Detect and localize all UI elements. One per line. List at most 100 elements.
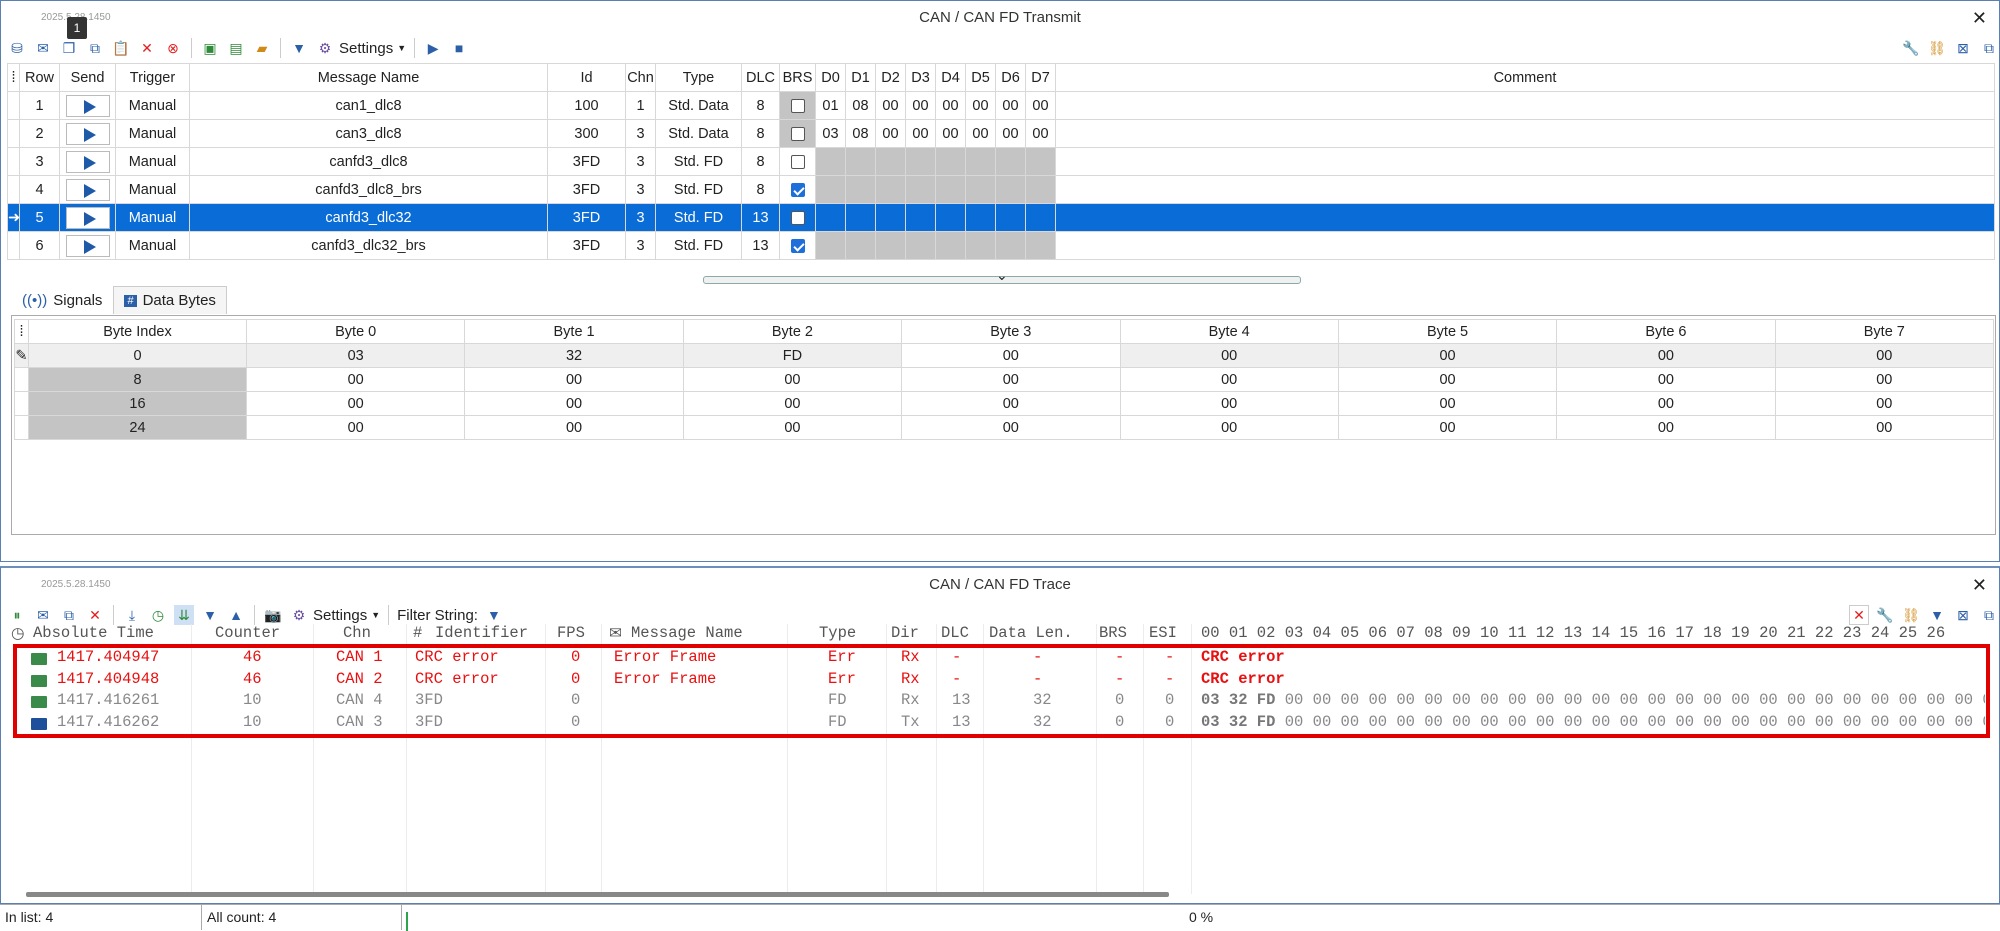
data-byte-cell[interactable]	[815, 147, 846, 176]
camera-icon[interactable]: 📷	[263, 605, 283, 625]
dlc-cell[interactable]: 13	[741, 203, 780, 232]
message-name-cell[interactable]: canfd3_dlc8	[189, 147, 548, 176]
wrench-icon[interactable]: 🔧	[1901, 38, 1921, 58]
comment-cell[interactable]	[1055, 175, 1995, 204]
wrench-icon[interactable]: 🔧	[1875, 605, 1895, 625]
data-byte-cell[interactable]	[935, 203, 966, 232]
header-data-bytes[interactable]: 00 01 02 03 04 05 06 07 08 09 10 11 12 1…	[1201, 624, 1945, 642]
type-cell[interactable]: Std. Data	[655, 119, 742, 148]
data-byte-cell[interactable]: 08	[845, 91, 876, 120]
window-options-icon[interactable]: ⧉	[1979, 38, 1999, 58]
data-byte-cell[interactable]	[995, 231, 1026, 260]
trigger-cell[interactable]: Manual	[115, 147, 190, 176]
chn-cell[interactable]: 3	[625, 147, 656, 176]
header-chn[interactable]: Chn	[343, 624, 371, 642]
send-button[interactable]	[65, 178, 110, 201]
filter-icon[interactable]: ▼	[289, 38, 309, 58]
add-message-icon[interactable]: ⛁	[7, 38, 27, 58]
clear-filter-icon[interactable]: ✕	[1849, 605, 1869, 625]
byte-value-cell[interactable]: 00	[1119, 343, 1339, 368]
id-cell[interactable]: 100	[547, 91, 626, 120]
byte-value-cell[interactable]: 00	[1556, 367, 1776, 392]
pause-icon[interactable]: ⏸	[7, 605, 27, 625]
byte-value-cell[interactable]: 00	[1337, 391, 1558, 416]
byte-value-cell[interactable]: 00	[1774, 367, 1995, 392]
trigger-cell[interactable]: Manual	[115, 119, 190, 148]
chn-cell[interactable]: 1	[625, 91, 656, 120]
dlc-cell[interactable]: 8	[741, 119, 780, 148]
comment-cell[interactable]	[1055, 91, 1995, 120]
header-d3[interactable]: D3	[905, 63, 936, 92]
data-byte-cell[interactable]: 00	[875, 119, 906, 148]
data-byte-cell[interactable]: 00	[1025, 91, 1056, 120]
header-fps[interactable]: FPS	[557, 624, 585, 642]
trigger-cell[interactable]: Manual	[115, 91, 190, 120]
id-cell[interactable]: 3FD	[547, 203, 626, 232]
data-byte-cell[interactable]	[905, 231, 936, 260]
header-esi[interactable]: ESI	[1149, 624, 1177, 642]
comment-cell[interactable]	[1055, 147, 1995, 176]
data-byte-cell[interactable]: 00	[1025, 119, 1056, 148]
header-data-len[interactable]: Data Len.	[989, 624, 1073, 642]
byte-value-cell[interactable]: 00	[901, 415, 1121, 440]
clock-icon[interactable]: ◷	[148, 605, 168, 625]
header-d6[interactable]: D6	[995, 63, 1026, 92]
sort-icon[interactable]: ⇊	[174, 605, 194, 625]
byte-value-cell[interactable]: 00	[245, 415, 466, 440]
trace-row[interactable]: 1417.416262 10 CAN 3 3FD 0 FD Tx 13 32 0 0 03 32 FD…	[17, 713, 1985, 734]
header-type[interactable]: Type	[655, 63, 742, 92]
table-row[interactable]: 6 Manual canfd3_dlc32_brs 3FD 3 Std. FD 13	[7, 231, 1995, 260]
header-brs[interactable]: BRS	[779, 63, 816, 92]
send-button[interactable]	[65, 94, 110, 117]
trigger-cell[interactable]: Manual	[115, 203, 190, 232]
header-d5[interactable]: D5	[965, 63, 996, 92]
data-byte-cell[interactable]	[875, 147, 906, 176]
type-cell[interactable]: Std. FD	[655, 147, 742, 176]
message-icon[interactable]: ✉	[33, 605, 53, 625]
header-d4[interactable]: D4	[935, 63, 966, 92]
header-id[interactable]: Id	[547, 63, 626, 92]
table-row[interactable]: 3 Manual canfd3_dlc8 3FD 3 Std. FD 8	[7, 147, 1995, 176]
table-row[interactable]: 4 Manual canfd3_dlc8_brs 3FD 3 Std. FD 8	[7, 175, 1995, 204]
header-dlc[interactable]: DLC	[941, 624, 969, 642]
byte-value-cell[interactable]: FD	[682, 343, 903, 368]
start-icon[interactable]: ▶	[423, 38, 443, 58]
data-byte-cell[interactable]	[965, 203, 996, 232]
id-cell[interactable]: 3FD	[547, 231, 626, 260]
data-byte-cell[interactable]	[845, 203, 876, 232]
arrow-up-icon[interactable]: ▲	[226, 605, 246, 625]
byte-value-cell[interactable]: 00	[901, 367, 1121, 392]
data-byte-cell[interactable]	[1025, 175, 1056, 204]
dlc-cell[interactable]: 8	[741, 147, 780, 176]
delete-all-icon[interactable]: ⊗	[163, 38, 183, 58]
header-dir[interactable]: Dir	[891, 624, 919, 642]
link-icon[interactable]: ⛓	[1901, 605, 1921, 625]
trace-row[interactable]: 1417.404948 46 CAN 2 CRC error 0 Error Frame E…	[17, 670, 1985, 691]
data-byte-cell[interactable]	[875, 175, 906, 204]
filter-icon[interactable]: ▼	[1927, 605, 1947, 625]
brs-checkbox[interactable]	[790, 126, 805, 141]
copy-icon[interactable]: ❐	[59, 38, 79, 58]
data-byte-cell[interactable]: 00	[995, 119, 1026, 148]
data-byte-cell[interactable]	[995, 147, 1026, 176]
send-button[interactable]	[65, 206, 110, 229]
data-byte-cell[interactable]	[815, 203, 846, 232]
byte-value-cell[interactable]: 00	[1556, 343, 1776, 368]
header-d7[interactable]: D7	[1025, 63, 1056, 92]
data-byte-cell[interactable]	[905, 203, 936, 232]
data-byte-cell[interactable]: 00	[995, 91, 1026, 120]
data-byte-cell[interactable]	[845, 147, 876, 176]
data-byte-cell[interactable]: 00	[905, 91, 936, 120]
panel-splitter[interactable]	[703, 267, 1301, 284]
byte-value-cell[interactable]: 00	[1556, 391, 1776, 416]
data-byte-cell[interactable]: 03	[815, 119, 846, 148]
header-chn[interactable]: Chn	[625, 63, 656, 92]
data-byte-cell[interactable]	[965, 231, 996, 260]
data-byte-cell[interactable]	[1025, 203, 1056, 232]
byte-value-cell[interactable]: 00	[1774, 391, 1995, 416]
chn-cell[interactable]: 3	[625, 231, 656, 260]
id-cell[interactable]: 3FD	[547, 147, 626, 176]
data-byte-cell[interactable]	[815, 231, 846, 260]
data-byte-cell[interactable]: 00	[935, 91, 966, 120]
header-counter[interactable]: Counter	[215, 624, 280, 642]
